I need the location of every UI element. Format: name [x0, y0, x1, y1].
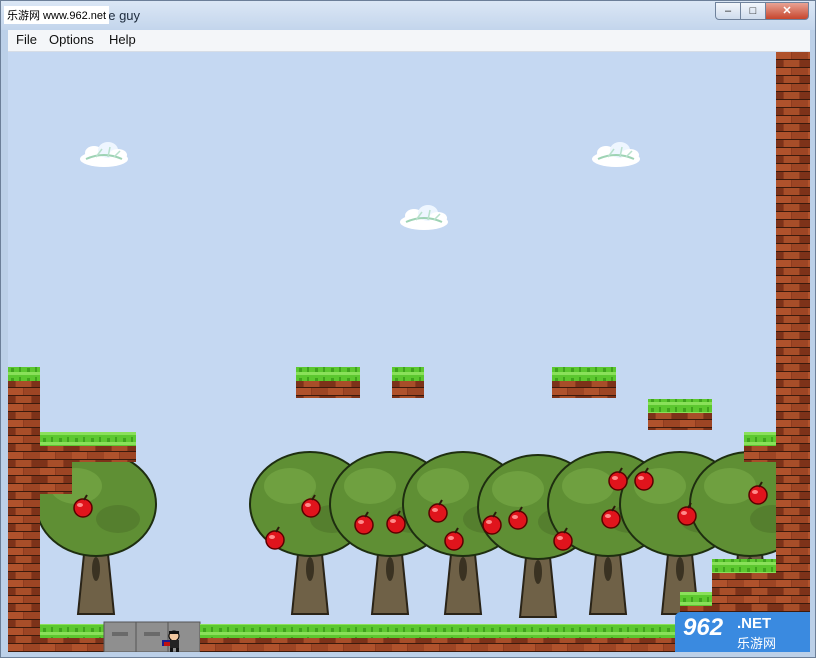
menu-options[interactable]: Options	[49, 32, 94, 47]
menu-help[interactable]: Help	[109, 32, 136, 47]
watermark-net: .NET	[737, 615, 772, 632]
menu-bar: File Options Help	[8, 30, 810, 52]
maximize-button[interactable]: □	[740, 2, 766, 20]
close-button[interactable]: ✕	[765, 2, 809, 20]
menu-file[interactable]: File	[16, 32, 37, 47]
title-bar[interactable]: he guy 乐游网 www.962.net – □ ✕	[1, 1, 815, 30]
watermark-top: 乐游网 www.962.net	[4, 6, 110, 24]
game-canvas[interactable]: 962 .NET 乐游网	[8, 52, 810, 652]
minimize-button[interactable]: –	[715, 2, 741, 20]
game-window: he guy 乐游网 www.962.net – □ ✕ File Option…	[0, 0, 816, 658]
window-controls: – □ ✕	[715, 2, 809, 20]
ground	[40, 621, 680, 652]
watermark-cn: 乐游网	[737, 636, 777, 651]
watermark-bottom: 962 .NET 乐游网	[675, 612, 810, 652]
watermark-number: 962	[683, 614, 724, 641]
game-scene	[8, 52, 810, 652]
